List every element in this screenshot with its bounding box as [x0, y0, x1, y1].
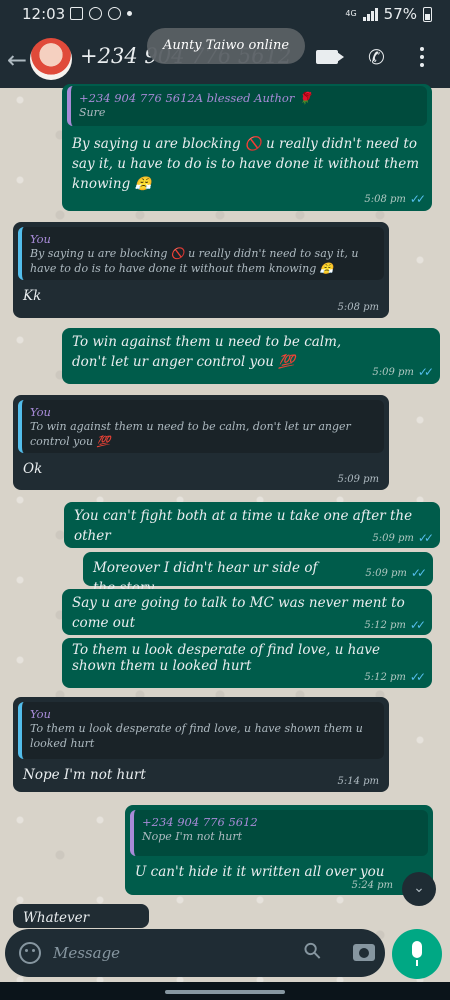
- message-bubble-incoming[interactable]: You To win against them u need to be cal…: [13, 395, 389, 490]
- back-arrow-icon[interactable]: ←: [7, 46, 27, 74]
- read-ticks-icon: ✓✓: [417, 365, 434, 379]
- home-gesture-handle[interactable]: [165, 990, 285, 994]
- message-time: 5:12 pm: [364, 671, 406, 683]
- message-bubble-outgoing[interactable]: Say u are going to talk to MC was never …: [62, 589, 432, 635]
- message-meta: 5:08 pm: [337, 302, 379, 313]
- signal-icon: [362, 7, 378, 21]
- status-time: 12:03: [22, 5, 66, 23]
- message-input[interactable]: [53, 941, 283, 965]
- more-notifications-dot-icon: [127, 11, 132, 16]
- avatar[interactable]: [30, 38, 72, 80]
- message-meta: 5:09 pm: [337, 474, 379, 485]
- read-ticks-icon: ✓✓: [410, 566, 427, 580]
- quoted-message[interactable]: You To win against them u need to be cal…: [18, 400, 384, 453]
- whatsapp-icon: [89, 7, 102, 20]
- message-bubble-outgoing[interactable]: +234 904 776 5612A blessed Author 🌹 Sure…: [62, 84, 432, 211]
- message-time: 5:14 pm: [337, 776, 379, 787]
- message-meta: 5:09 pm ✓✓: [372, 531, 434, 545]
- message-meta: 5:12 pm ✓✓: [364, 618, 426, 632]
- message-bubble-outgoing[interactable]: To win against them u need to be calm, d…: [62, 328, 440, 384]
- message-text: By saying u are blocking 🚫 u really didn…: [72, 136, 420, 192]
- message-time: 5:12 pm: [364, 619, 406, 631]
- quote-text: Sure: [79, 106, 106, 119]
- quote-author: You: [30, 707, 51, 721]
- read-ticks-icon: ✓✓: [409, 192, 426, 206]
- message-time: 5:08 pm: [364, 193, 406, 205]
- read-ticks-icon: ✓✓: [417, 531, 434, 545]
- read-ticks-icon: ✓✓: [409, 670, 426, 684]
- snapchat-icon: [108, 7, 121, 20]
- message-text: Nope I'm not hurt: [23, 767, 146, 783]
- system-nav-bar: [0, 982, 450, 1000]
- quoted-message[interactable]: +234 904 776 5612A blessed Author 🌹 Sure: [67, 86, 427, 126]
- quote-author: +234 904 776 5612: [142, 815, 258, 829]
- message-bubble-outgoing[interactable]: Moreover I didn't hear ur side of the st…: [83, 552, 433, 596]
- message-bubble-outgoing[interactable]: You can't fight both at a time u take on…: [64, 502, 440, 548]
- message-text: Whatever: [23, 910, 90, 926]
- message-text: To win against them u need to be calm, d…: [72, 334, 342, 370]
- message-bubble-incoming[interactable]: Whatever: [13, 904, 149, 928]
- message-meta: 5:09 pm ✓✓: [365, 566, 427, 580]
- quote-text: To win against them u need to be calm, d…: [30, 420, 351, 448]
- message-meta: 5:14 pm: [337, 776, 379, 787]
- microphone-icon: [412, 941, 422, 966]
- message-bubble-outgoing[interactable]: +234 904 776 5612 Nope I'm not hurt U ca…: [125, 805, 433, 895]
- more-options-icon[interactable]: [420, 47, 424, 67]
- quoted-message[interactable]: +234 904 776 5612 Nope I'm not hurt: [130, 810, 428, 856]
- status-bar: 12:03 4G 57%: [0, 0, 450, 30]
- message-time: 5:24 pm: [351, 880, 393, 891]
- message-text: Ok: [23, 461, 43, 477]
- message-composer: ⚲: [5, 929, 385, 977]
- quote-text: By saying u are blocking 🚫 u really didn…: [30, 247, 359, 275]
- message-bubble-incoming[interactable]: You To them u look desperate of find lov…: [13, 697, 389, 792]
- quote-text: To them u look desperate of find love, u…: [30, 722, 363, 750]
- voice-record-button[interactable]: [392, 929, 442, 979]
- status-right: 4G 57%: [345, 5, 432, 23]
- message-meta: 5:12 pm ✓✓: [364, 670, 426, 684]
- quoted-message[interactable]: You To them u look desperate of find lov…: [18, 702, 384, 759]
- message-meta: 5:08 pm ✓✓: [364, 192, 426, 206]
- emoji-icon[interactable]: [19, 942, 41, 964]
- message-time: 5:08 pm: [337, 302, 379, 313]
- video-call-icon[interactable]: [316, 50, 344, 64]
- online-toast: Aunty Taiwo online: [147, 28, 305, 64]
- paperclip-icon[interactable]: ⚲: [299, 937, 328, 966]
- message-meta: 5:24 pm: [351, 880, 393, 891]
- quoted-message[interactable]: You By saying u are blocking 🚫 u really …: [18, 227, 384, 280]
- message-time: 5:09 pm: [372, 366, 414, 378]
- message-time: 5:09 pm: [337, 474, 379, 485]
- message-bubble-incoming[interactable]: You By saying u are blocking 🚫 u really …: [13, 222, 389, 318]
- phone-icon[interactable]: ✆: [368, 45, 385, 69]
- battery-percent: 57%: [383, 5, 417, 23]
- quote-author: You: [30, 405, 51, 419]
- message-time: 5:09 pm: [365, 567, 407, 579]
- network-type: 4G: [345, 9, 357, 18]
- message-meta: 5:09 pm ✓✓: [372, 365, 434, 379]
- message-text: Kk: [23, 288, 42, 304]
- message-text: U can't hide it it written all over you: [135, 864, 385, 880]
- gallery-icon: [70, 7, 83, 20]
- scroll-down-icon[interactable]: ⌄: [402, 872, 436, 906]
- notification-icons: [70, 7, 132, 20]
- message-bubble-outgoing[interactable]: To them u look desperate of find love, u…: [62, 638, 432, 688]
- read-ticks-icon: ✓✓: [409, 618, 426, 632]
- quote-author: +234 904 776 5612A blessed Author 🌹: [79, 91, 313, 105]
- quote-author: You: [30, 232, 51, 246]
- quote-text: Nope I'm not hurt: [142, 830, 243, 843]
- message-time: 5:09 pm: [372, 532, 414, 544]
- battery-icon: [423, 6, 432, 22]
- camera-icon[interactable]: [353, 944, 375, 961]
